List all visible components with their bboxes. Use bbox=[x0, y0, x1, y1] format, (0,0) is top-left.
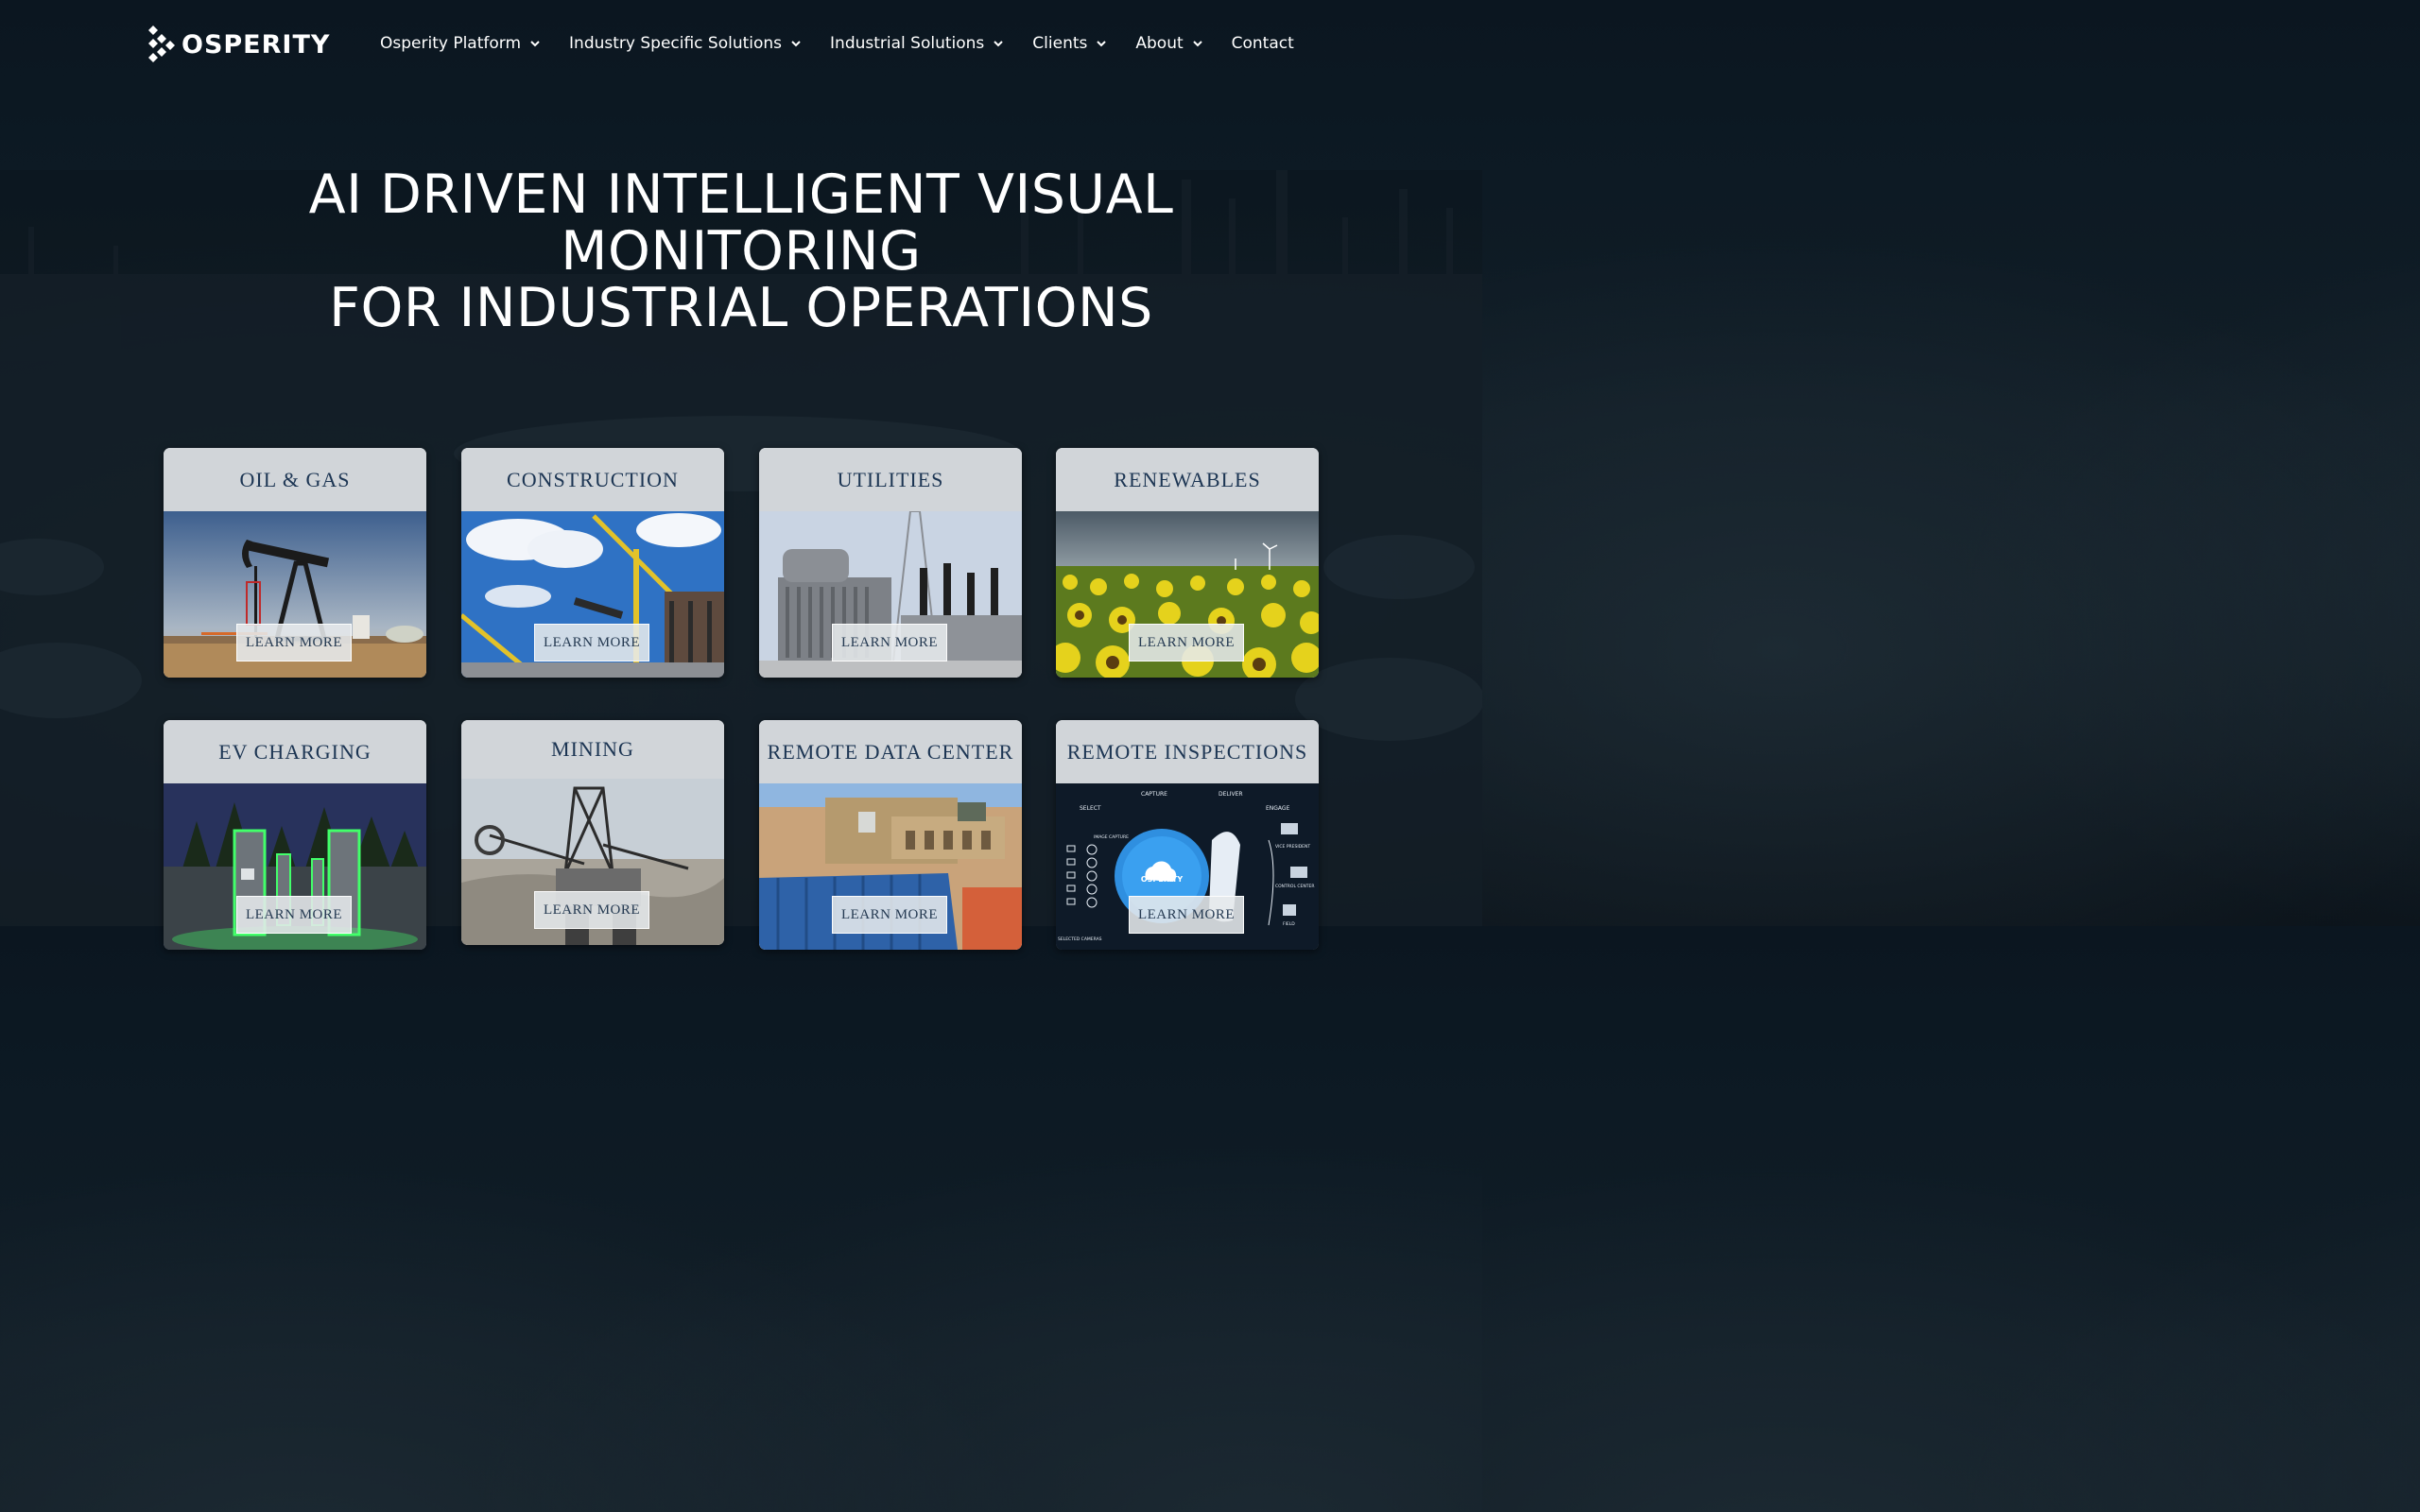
learn-more-button[interactable]: LEARN MORE bbox=[236, 896, 352, 934]
diagram-label-deliver: DELIVER bbox=[1219, 791, 1243, 798]
industry-card-renewables[interactable]: RENEWABLES LEARN MORE bbox=[1056, 448, 1319, 678]
card-title: OIL & GAS bbox=[164, 448, 426, 511]
chevron-down-icon bbox=[791, 41, 801, 47]
card-title: RENEWABLES bbox=[1056, 448, 1319, 511]
card-image-excavator: LEARN MORE bbox=[461, 779, 724, 945]
card-image-data-center: LEARN MORE bbox=[759, 783, 1022, 950]
osperity-logo[interactable]: OSPERITY bbox=[147, 26, 330, 63]
nav-item-industry-specific-solutions[interactable]: Industry Specific Solutions bbox=[569, 34, 802, 53]
nav-item-label: Osperity Platform bbox=[380, 34, 522, 53]
hero-line: MONITORING bbox=[561, 220, 922, 283]
nav-item-contact[interactable]: Contact bbox=[1232, 34, 1294, 53]
card-title: CONSTRUCTION bbox=[461, 448, 724, 511]
industry-card-remote-data-center[interactable]: REMOTE DATA CENTER LEARN MORE bbox=[759, 720, 1022, 950]
top-navigation: OSPERITY Osperity Platform Industry Spec… bbox=[0, 0, 1482, 87]
diagram-label-image-capture: IMAGE CAPTURE bbox=[1094, 834, 1129, 840]
learn-more-button[interactable]: LEARN MORE bbox=[832, 624, 947, 662]
nav-item-label: Industrial Solutions bbox=[830, 34, 985, 53]
diagram-label-capture: CAPTURE bbox=[1141, 791, 1167, 798]
diagram-label-selected-cameras: SELECTED CAMERAS bbox=[1058, 936, 1102, 942]
card-image-pumpjack: LEARN MORE bbox=[164, 511, 426, 678]
nav-item-label: Contact bbox=[1231, 34, 1294, 53]
card-image-cranes: LEARN MORE bbox=[461, 511, 724, 678]
chevron-down-icon bbox=[1192, 41, 1202, 47]
industry-card-utilities[interactable]: UTILITIES LEARN MORE bbox=[759, 448, 1022, 678]
osperity-logo-mark-icon bbox=[148, 26, 175, 62]
learn-more-button[interactable]: LEARN MORE bbox=[534, 624, 649, 662]
card-image-ev-chargers: LEARN MORE bbox=[164, 783, 426, 950]
industry-card-mining[interactable]: MINING LEARN MORE bbox=[461, 720, 724, 945]
card-image-inspection-diagram: SELECT CAPTURE DELIVER ENGAGE IMAGE CAPT… bbox=[1056, 783, 1319, 950]
card-title: MINING bbox=[461, 720, 724, 779]
nav-item-clients[interactable]: Clients bbox=[1032, 34, 1107, 53]
hero-line: FOR INDUSTRIAL OPERATIONS bbox=[329, 277, 1153, 339]
diagram-osperity-logo: OSPERITY bbox=[1141, 875, 1183, 884]
diagram-label-engage: ENGAGE bbox=[1266, 805, 1290, 812]
diagram-label-control-center: CONTROL CENTER bbox=[1275, 884, 1314, 889]
diagram-label-select: SELECT bbox=[1080, 805, 1101, 812]
industry-card-construction[interactable]: CONSTRUCTION LEARN MORE bbox=[461, 448, 724, 678]
card-title: REMOTE INSPECTIONS bbox=[1056, 720, 1319, 783]
hero-heading: AI DRIVEN INTELLIGENT VISUAL MONITORING … bbox=[0, 166, 1482, 336]
nav-item-industrial-solutions[interactable]: Industrial Solutions bbox=[830, 34, 1004, 53]
card-title: UTILITIES bbox=[759, 448, 1022, 511]
industry-card-oil-gas[interactable]: OIL & GAS LEARN MORE bbox=[164, 448, 426, 678]
learn-more-button[interactable]: LEARN MORE bbox=[832, 896, 947, 934]
learn-more-button[interactable]: LEARN MORE bbox=[1129, 624, 1244, 662]
main-menu: Osperity Platform Industry Specific Solu… bbox=[380, 31, 1294, 56]
card-title: REMOTE DATA CENTER bbox=[759, 720, 1022, 783]
card-image-sunflowers: LEARN MORE bbox=[1056, 511, 1319, 678]
industry-card-remote-inspections[interactable]: REMOTE INSPECTIONS SELECT CAPTURE DELIVE… bbox=[1056, 720, 1319, 950]
chevron-down-icon bbox=[1097, 41, 1107, 47]
nav-item-about[interactable]: About bbox=[1135, 34, 1202, 53]
chevron-down-icon bbox=[994, 41, 1004, 47]
card-title: EV CHARGING bbox=[164, 720, 426, 783]
hero-line: AI DRIVEN INTELLIGENT VISUAL bbox=[308, 163, 1174, 226]
nav-item-label: Industry Specific Solutions bbox=[569, 34, 783, 53]
industry-card-ev-charging[interactable]: EV CHARGING LEARN MORE bbox=[164, 720, 426, 950]
learn-more-button[interactable]: LEARN MORE bbox=[534, 891, 649, 929]
learn-more-button[interactable]: LEARN MORE bbox=[236, 624, 352, 662]
learn-more-button[interactable]: LEARN MORE bbox=[1129, 896, 1244, 934]
diagram-label-field: FIELD bbox=[1283, 921, 1295, 927]
nav-item-label: About bbox=[1135, 34, 1184, 53]
diagram-label-vice-president: VICE PRESIDENT bbox=[1275, 844, 1310, 850]
brand-name: OSPERITY bbox=[182, 29, 331, 60]
nav-item-label: Clients bbox=[1032, 34, 1088, 53]
card-image-substation: LEARN MORE bbox=[759, 511, 1022, 678]
chevron-down-icon bbox=[530, 41, 540, 47]
nav-item-osperity-platform[interactable]: Osperity Platform bbox=[380, 34, 541, 53]
